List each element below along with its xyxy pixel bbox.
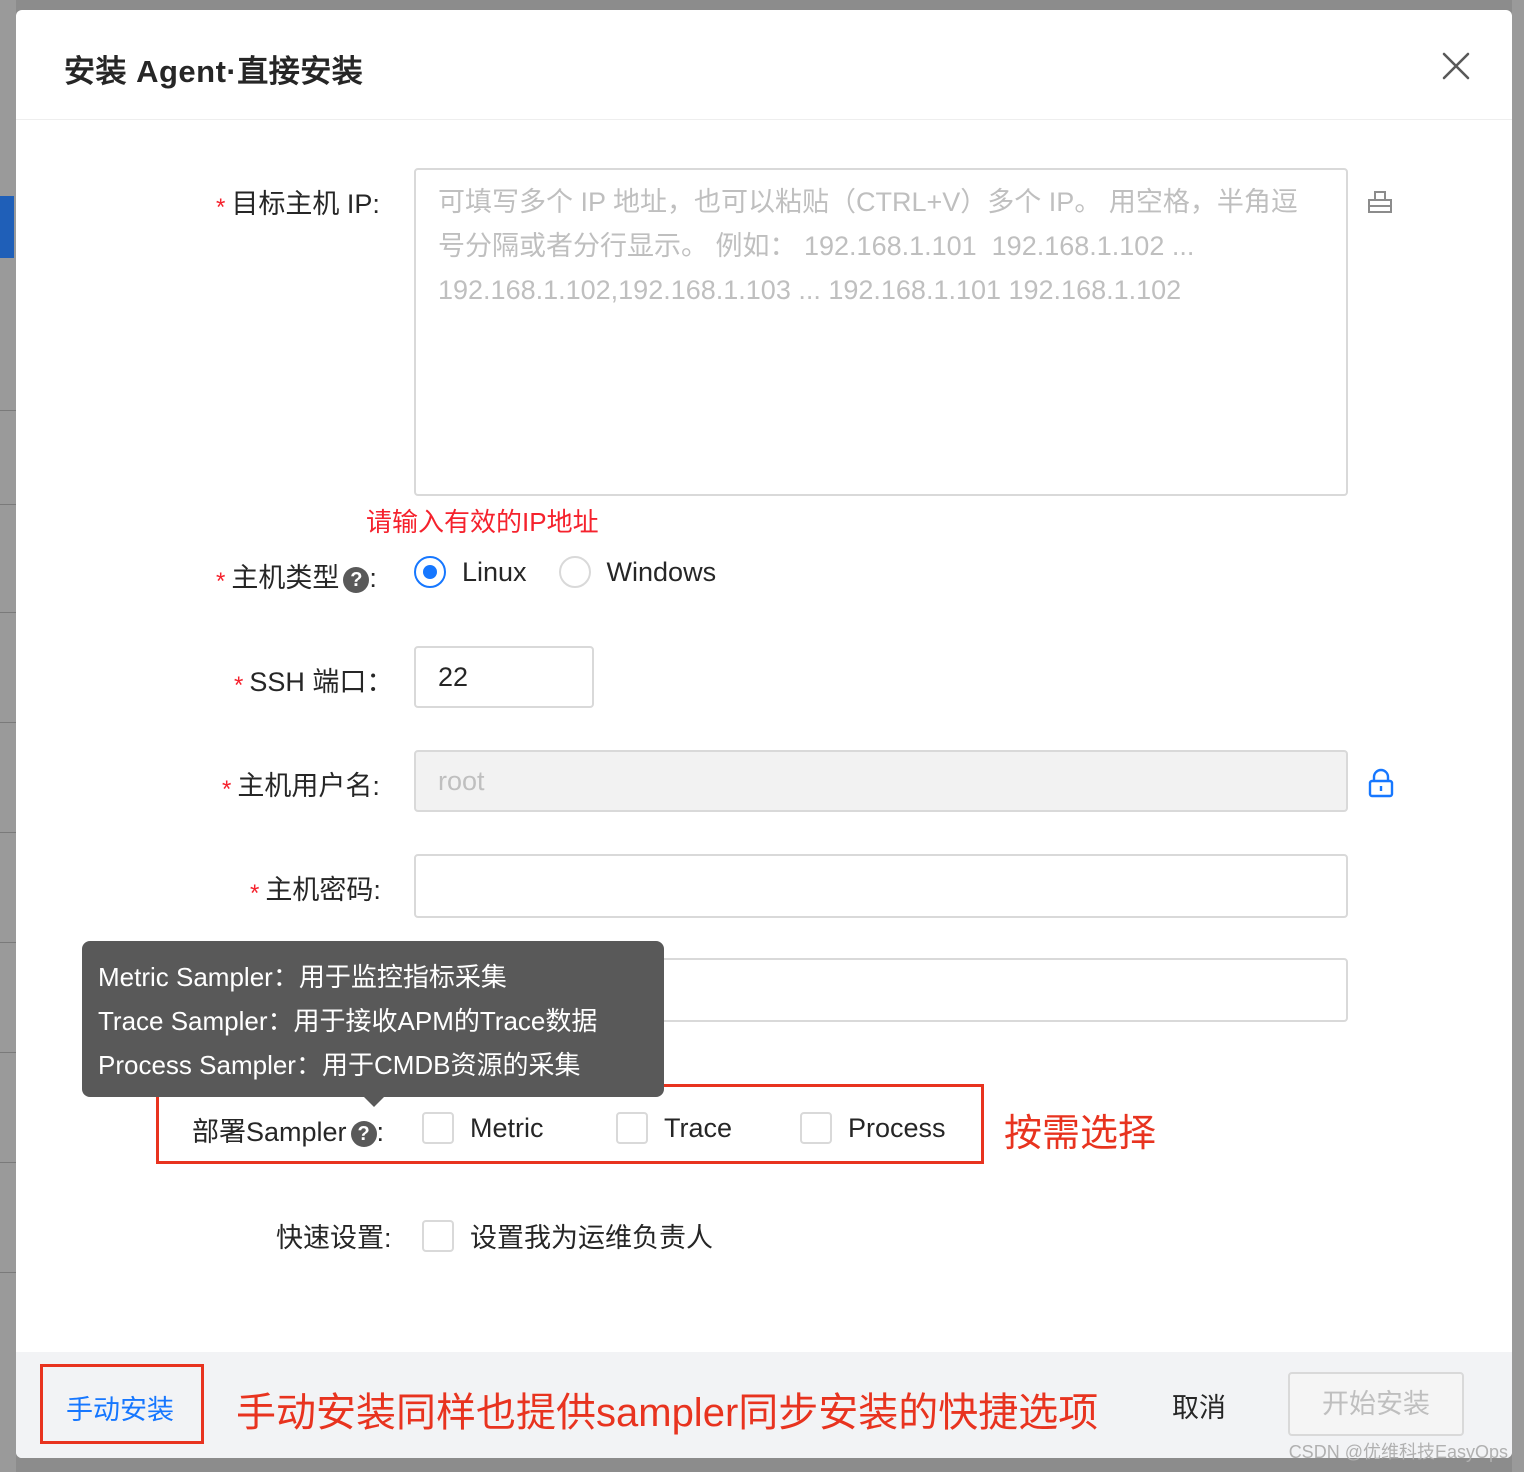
- ssh-port-label: * SSH 端口：: [234, 667, 394, 699]
- background-divider: [0, 410, 16, 411]
- start-install-button[interactable]: 开始安装: [1288, 1372, 1464, 1436]
- watermark: CSDN @优维科技EasyOps: [1288, 1442, 1508, 1462]
- host-type-label: * 主机类型?:: [216, 563, 377, 595]
- modal-header: 安装 Agent·直接安装: [16, 10, 1512, 120]
- ssh-port-field[interactable]: [414, 646, 594, 708]
- close-icon[interactable]: [1440, 50, 1472, 82]
- username-label: * 主机用户名:: [222, 771, 380, 803]
- checkbox-indicator[interactable]: [422, 1219, 454, 1252]
- username-input: [416, 752, 1346, 810]
- host-type-radio-group: Linux Windows: [414, 556, 748, 588]
- radio-label: Windows: [606, 556, 717, 587]
- target-ip-textarea[interactable]: [414, 168, 1348, 496]
- background-divider: [0, 1052, 16, 1053]
- background-divider: [0, 1272, 16, 1273]
- tooltip-line: Process Sampler：用于CMDB资源的采集: [98, 1050, 581, 1080]
- radio-linux[interactable]: Linux: [414, 556, 527, 588]
- tooltip-line: Trace Sampler：用于接收APM的Trace数据: [98, 1006, 598, 1036]
- checkbox-label: 设置我为运维负责人: [470, 1223, 713, 1253]
- background-divider: [0, 942, 16, 943]
- manual-install-button[interactable]: 手动安装: [66, 1388, 174, 1427]
- radio-indicator-checked[interactable]: [414, 556, 446, 588]
- help-icon[interactable]: ?: [343, 567, 370, 593]
- required-mark: *: [250, 880, 260, 907]
- background-accent: [0, 196, 14, 258]
- background-divider: [0, 832, 16, 833]
- tooltip-arrow: [363, 1096, 385, 1107]
- install-agent-modal: 安装 Agent·直接安装 *目标主机 IP: 请输入有效的IP地址 *主机类型…: [16, 10, 1512, 1458]
- lock-icon[interactable]: [1368, 768, 1394, 798]
- username-field: [414, 750, 1348, 812]
- footer-annotation: 手动安装同样也提供sampler同步安装的快捷选项: [236, 1391, 1099, 1435]
- radio-windows[interactable]: Windows: [558, 556, 717, 588]
- background-app-left: [0, 0, 16, 1472]
- radio-indicator[interactable]: [558, 556, 591, 588]
- quick-setting-label: 快速设置:: [276, 1223, 392, 1253]
- sampler-annotation: 按需选择: [1004, 1113, 1157, 1155]
- ip-error-message: 请输入有效的IP地址: [366, 507, 599, 537]
- radio-label: Linux: [462, 556, 527, 587]
- ssh-port-input[interactable]: [416, 648, 592, 706]
- target-ip-input[interactable]: [416, 170, 1346, 494]
- required-mark: *: [216, 194, 226, 221]
- password-input[interactable]: [416, 856, 1346, 916]
- background-divider: [0, 722, 16, 723]
- background-divider: [0, 1162, 16, 1163]
- required-mark: *: [234, 672, 244, 699]
- target-ip-label: * 目标主机 IP:: [216, 189, 380, 221]
- background-divider: [0, 504, 16, 505]
- sampler-tooltip: Metric Sampler：用于监控指标采集 Trace Sampler：用于…: [82, 941, 664, 1097]
- host-picker-icon[interactable]: [1366, 188, 1394, 216]
- password-field[interactable]: [414, 854, 1348, 918]
- password-label: * 主机密码:: [250, 875, 381, 907]
- assign-me-owner-checkbox[interactable]: 设置我为运维负责人: [422, 1216, 713, 1255]
- background-divider: [0, 612, 16, 613]
- background-app-right: [1512, 0, 1524, 1472]
- cancel-button[interactable]: 取消: [1172, 1386, 1226, 1425]
- modal-title: 安装 Agent·直接安装: [64, 54, 364, 89]
- required-mark: *: [216, 568, 226, 595]
- tooltip-line: Metric Sampler：用于监控指标采集: [98, 962, 507, 992]
- required-mark: *: [222, 776, 232, 803]
